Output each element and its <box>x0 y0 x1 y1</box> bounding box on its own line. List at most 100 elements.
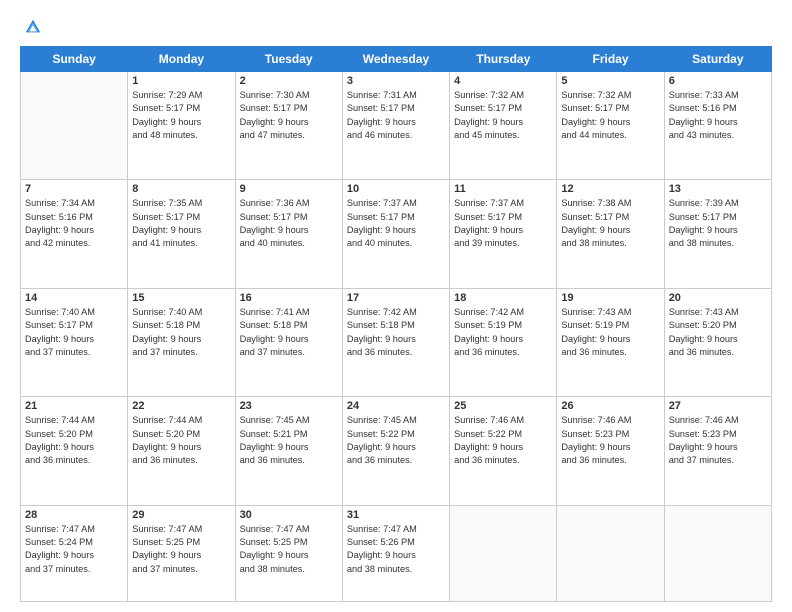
calendar-cell: 25 Sunrise: 7:46 AM Sunset: 5:22 PM Dayli… <box>450 397 557 505</box>
day-content: Sunrise: 7:44 AM Sunset: 5:20 PM Dayligh… <box>25 414 123 467</box>
calendar-cell: 20 Sunrise: 7:43 AM Sunset: 5:20 PM Dayli… <box>664 288 771 396</box>
calendar-cell: 5 Sunrise: 7:32 AM Sunset: 5:17 PM Daylig… <box>557 72 664 180</box>
day-number: 18 <box>454 292 552 304</box>
calendar-cell <box>450 505 557 601</box>
day-content: Sunrise: 7:47 AM Sunset: 5:24 PM Dayligh… <box>25 523 123 576</box>
day-content: Sunrise: 7:46 AM Sunset: 5:23 PM Dayligh… <box>669 414 767 467</box>
header-row: Sunday Monday Tuesday Wednesday Thursday… <box>21 47 772 72</box>
day-content: Sunrise: 7:42 AM Sunset: 5:18 PM Dayligh… <box>347 306 445 359</box>
day-number: 13 <box>669 183 767 195</box>
day-number: 8 <box>132 183 230 195</box>
calendar-week-5: 28 Sunrise: 7:47 AM Sunset: 5:24 PM Dayli… <box>21 505 772 601</box>
calendar-cell: 28 Sunrise: 7:47 AM Sunset: 5:24 PM Dayli… <box>21 505 128 601</box>
calendar-cell: 21 Sunrise: 7:44 AM Sunset: 5:20 PM Dayli… <box>21 397 128 505</box>
calendar-cell: 13 Sunrise: 7:39 AM Sunset: 5:17 PM Dayli… <box>664 180 771 288</box>
day-content: Sunrise: 7:33 AM Sunset: 5:16 PM Dayligh… <box>669 89 767 142</box>
col-wednesday: Wednesday <box>342 47 449 72</box>
day-content: Sunrise: 7:29 AM Sunset: 5:17 PM Dayligh… <box>132 89 230 142</box>
day-content: Sunrise: 7:40 AM Sunset: 5:18 PM Dayligh… <box>132 306 230 359</box>
day-number: 7 <box>25 183 123 195</box>
calendar-cell: 29 Sunrise: 7:47 AM Sunset: 5:25 PM Dayli… <box>128 505 235 601</box>
day-number: 6 <box>669 75 767 87</box>
day-content: Sunrise: 7:42 AM Sunset: 5:19 PM Dayligh… <box>454 306 552 359</box>
calendar-cell: 8 Sunrise: 7:35 AM Sunset: 5:17 PM Daylig… <box>128 180 235 288</box>
calendar-cell: 10Sunrise: 7:37 AM Sunset: 5:17 PM Dayli… <box>342 180 449 288</box>
day-content: Sunrise: 7:32 AM Sunset: 5:17 PM Dayligh… <box>561 89 659 142</box>
calendar-cell: 3 Sunrise: 7:31 AM Sunset: 5:17 PM Daylig… <box>342 72 449 180</box>
calendar-week-1: 1Sunrise: 7:29 AM Sunset: 5:17 PM Daylig… <box>21 72 772 180</box>
calendar-cell: 17Sunrise: 7:42 AM Sunset: 5:18 PM Dayli… <box>342 288 449 396</box>
calendar-cell: 12 Sunrise: 7:38 AM Sunset: 5:17 PM Dayli… <box>557 180 664 288</box>
day-number: 23 <box>240 400 338 412</box>
calendar-cell: 23 Sunrise: 7:45 AM Sunset: 5:21 PM Dayli… <box>235 397 342 505</box>
day-content: Sunrise: 7:41 AM Sunset: 5:18 PM Dayligh… <box>240 306 338 359</box>
day-number: 28 <box>25 509 123 521</box>
calendar-cell: 15 Sunrise: 7:40 AM Sunset: 5:18 PM Dayli… <box>128 288 235 396</box>
day-content: Sunrise: 7:32 AM Sunset: 5:17 PM Dayligh… <box>454 89 552 142</box>
day-content: Sunrise: 7:38 AM Sunset: 5:17 PM Dayligh… <box>561 197 659 250</box>
calendar-cell: 16 Sunrise: 7:41 AM Sunset: 5:18 PM Dayli… <box>235 288 342 396</box>
calendar-cell <box>664 505 771 601</box>
day-number: 16 <box>240 292 338 304</box>
calendar-cell: 22 Sunrise: 7:44 AM Sunset: 5:20 PM Dayli… <box>128 397 235 505</box>
calendar-cell <box>557 505 664 601</box>
col-friday: Friday <box>557 47 664 72</box>
header <box>20 18 772 36</box>
day-content: Sunrise: 7:46 AM Sunset: 5:22 PM Dayligh… <box>454 414 552 467</box>
day-content: Sunrise: 7:47 AM Sunset: 5:25 PM Dayligh… <box>132 523 230 576</box>
calendar-cell: 6 Sunrise: 7:33 AM Sunset: 5:16 PM Daylig… <box>664 72 771 180</box>
calendar-cell: 9 Sunrise: 7:36 AM Sunset: 5:17 PM Daylig… <box>235 180 342 288</box>
day-content: Sunrise: 7:37 AM Sunset: 5:17 PM Dayligh… <box>454 197 552 250</box>
day-content: Sunrise: 7:47 AM Sunset: 5:26 PM Dayligh… <box>347 523 445 576</box>
day-number: 29 <box>132 509 230 521</box>
day-content: Sunrise: 7:31 AM Sunset: 5:17 PM Dayligh… <box>347 89 445 142</box>
calendar-cell: 14 Sunrise: 7:40 AM Sunset: 5:17 PM Dayli… <box>21 288 128 396</box>
day-number: 2 <box>240 75 338 87</box>
logo <box>20 18 42 36</box>
day-content: Sunrise: 7:46 AM Sunset: 5:23 PM Dayligh… <box>561 414 659 467</box>
calendar-cell: 4Sunrise: 7:32 AM Sunset: 5:17 PM Daylig… <box>450 72 557 180</box>
calendar-cell: 11Sunrise: 7:37 AM Sunset: 5:17 PM Dayli… <box>450 180 557 288</box>
day-number: 21 <box>25 400 123 412</box>
day-number: 20 <box>669 292 767 304</box>
day-content: Sunrise: 7:45 AM Sunset: 5:21 PM Dayligh… <box>240 414 338 467</box>
calendar-week-4: 21 Sunrise: 7:44 AM Sunset: 5:20 PM Dayli… <box>21 397 772 505</box>
day-number: 19 <box>561 292 659 304</box>
calendar-cell: 26 Sunrise: 7:46 AM Sunset: 5:23 PM Dayli… <box>557 397 664 505</box>
day-number: 25 <box>454 400 552 412</box>
col-sunday: Sunday <box>21 47 128 72</box>
logo-icon <box>24 18 42 36</box>
calendar-cell: 2 Sunrise: 7:30 AM Sunset: 5:17 PM Daylig… <box>235 72 342 180</box>
day-number: 5 <box>561 75 659 87</box>
day-content: Sunrise: 7:35 AM Sunset: 5:17 PM Dayligh… <box>132 197 230 250</box>
day-number: 12 <box>561 183 659 195</box>
day-number: 24 <box>347 400 445 412</box>
day-number: 31 <box>347 509 445 521</box>
day-number: 22 <box>132 400 230 412</box>
col-monday: Monday <box>128 47 235 72</box>
day-content: Sunrise: 7:30 AM Sunset: 5:17 PM Dayligh… <box>240 89 338 142</box>
day-content: Sunrise: 7:44 AM Sunset: 5:20 PM Dayligh… <box>132 414 230 467</box>
day-content: Sunrise: 7:37 AM Sunset: 5:17 PM Dayligh… <box>347 197 445 250</box>
calendar-cell <box>21 72 128 180</box>
day-number: 27 <box>669 400 767 412</box>
day-content: Sunrise: 7:36 AM Sunset: 5:17 PM Dayligh… <box>240 197 338 250</box>
calendar-week-2: 7Sunrise: 7:34 AM Sunset: 5:16 PM Daylig… <box>21 180 772 288</box>
calendar-week-3: 14 Sunrise: 7:40 AM Sunset: 5:17 PM Dayli… <box>21 288 772 396</box>
day-number: 14 <box>25 292 123 304</box>
page: Sunday Monday Tuesday Wednesday Thursday… <box>0 0 792 612</box>
day-number: 9 <box>240 183 338 195</box>
day-content: Sunrise: 7:43 AM Sunset: 5:20 PM Dayligh… <box>669 306 767 359</box>
day-number: 26 <box>561 400 659 412</box>
calendar-cell: 7Sunrise: 7:34 AM Sunset: 5:16 PM Daylig… <box>21 180 128 288</box>
col-saturday: Saturday <box>664 47 771 72</box>
day-number: 15 <box>132 292 230 304</box>
day-content: Sunrise: 7:39 AM Sunset: 5:17 PM Dayligh… <box>669 197 767 250</box>
day-content: Sunrise: 7:45 AM Sunset: 5:22 PM Dayligh… <box>347 414 445 467</box>
day-content: Sunrise: 7:43 AM Sunset: 5:19 PM Dayligh… <box>561 306 659 359</box>
calendar-cell: 18 Sunrise: 7:42 AM Sunset: 5:19 PM Dayli… <box>450 288 557 396</box>
day-content: Sunrise: 7:40 AM Sunset: 5:17 PM Dayligh… <box>25 306 123 359</box>
calendar-cell: 30Sunrise: 7:47 AM Sunset: 5:25 PM Dayli… <box>235 505 342 601</box>
day-number: 3 <box>347 75 445 87</box>
calendar-cell: 1Sunrise: 7:29 AM Sunset: 5:17 PM Daylig… <box>128 72 235 180</box>
